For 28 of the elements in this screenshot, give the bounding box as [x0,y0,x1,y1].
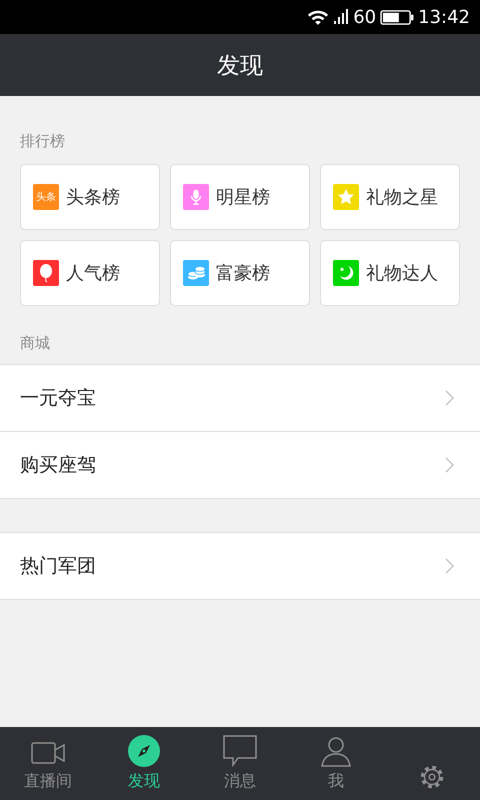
signal-icon [333,9,350,25]
list-row[interactable]: 购买座驾 [0,431,480,498]
tab[interactable]: 我 [288,727,384,800]
tab[interactable]: 发现 [96,727,192,800]
headline-icon: 头条 [33,184,59,210]
list-row[interactable]: 热门军团 [0,533,480,599]
tab[interactable]: 直播间 [0,727,96,800]
chevron-icon [445,390,454,406]
page-title: 发现 [217,52,263,80]
ranking-card[interactable]: 头条 头条榜 [20,164,160,230]
chat-icon [223,735,257,767]
compass-icon [128,735,160,767]
ranking-card[interactable]: 礼物之星 [320,164,460,230]
chevron-icon [445,558,454,574]
ranking-card[interactable]: 富豪榜 [170,240,310,306]
ranking-card[interactable]: 明星榜 [170,164,310,230]
chevron-icon [445,457,454,473]
section-heading: 商城 [19,333,51,354]
clock: 13:42 [418,6,470,28]
battery-level: 60 [353,6,376,28]
tab[interactable]: 消息 [192,727,288,800]
list-row[interactable]: 一元夺宝 [0,365,480,431]
ranking-card[interactable]: 礼物达人 [320,240,460,306]
section-heading: 排行榜 [19,131,66,152]
wifi-icon [307,8,330,26]
ranking-card[interactable]: 人气榜 [20,240,160,306]
person-icon [320,737,352,767]
battery-icon [380,10,414,24]
